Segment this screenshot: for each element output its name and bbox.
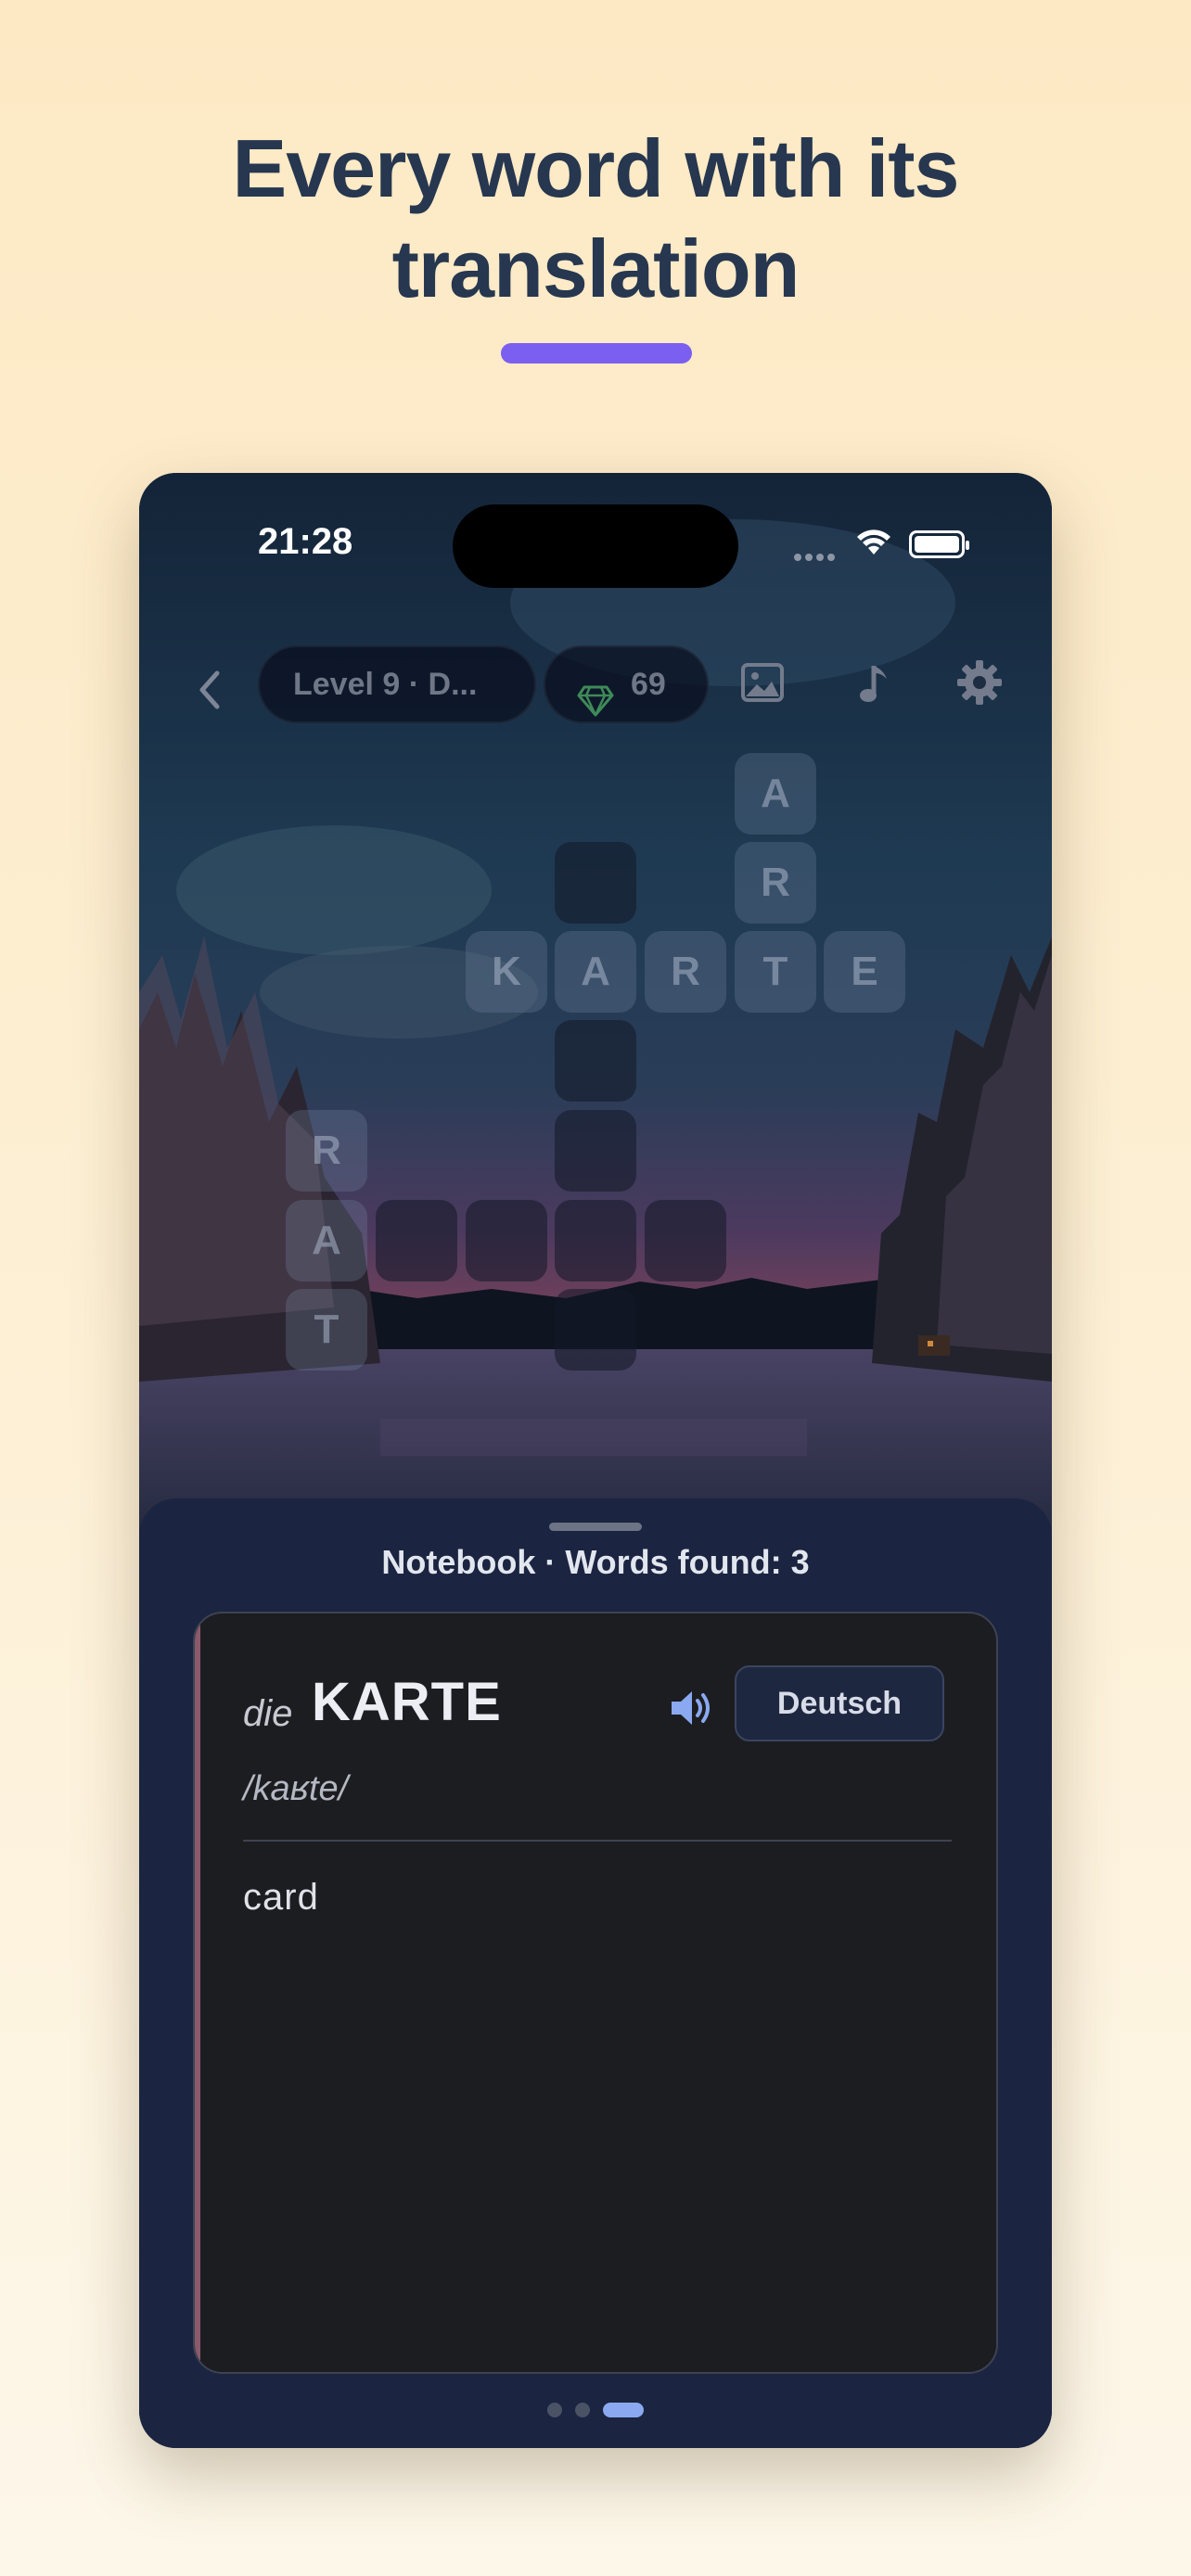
signal-dots-icon: [794, 549, 839, 566]
wifi-icon: [855, 527, 892, 561]
status-time: 21:28: [258, 521, 353, 562]
puzzle-tile[interactable]: A: [286, 1200, 367, 1282]
puzzle-tile[interactable]: R: [735, 842, 816, 924]
word-phonetic: /kaʁte/: [243, 1769, 349, 1808]
gear-icon[interactable]: [955, 658, 1004, 711]
notebook-sheet: Notebook · Words found: 3 die KARTE Deut…: [139, 1498, 1052, 2448]
puzzle-tile-empty[interactable]: [466, 1200, 547, 1282]
puzzle-tile-empty[interactable]: [555, 1200, 636, 1282]
puzzle-tile[interactable]: T: [286, 1289, 367, 1371]
puzzle-tile-empty[interactable]: [555, 842, 636, 924]
music-note-icon[interactable]: [855, 662, 892, 711]
level-label: Level 9 · D...: [293, 667, 478, 702]
puzzle-tile-empty[interactable]: [555, 1289, 636, 1371]
headline: Every word with its translation: [0, 119, 1191, 319]
image-icon[interactable]: [740, 662, 785, 708]
puzzle-tile[interactable]: E: [824, 931, 905, 1013]
puzzle-tile[interactable]: T: [735, 931, 816, 1013]
puzzle-tile-empty[interactable]: [645, 1200, 726, 1282]
headline-line-2: translation: [391, 223, 800, 314]
dynamic-island: [453, 504, 738, 588]
language-button[interactable]: Deutsch: [735, 1665, 944, 1741]
card-divider: [243, 1840, 952, 1842]
gems-count: 69: [631, 667, 666, 702]
phone-screen: 21:28 Level 9 · D... 69 A R K A R T E R …: [139, 473, 1052, 2448]
page-dot[interactable]: [575, 2402, 590, 2417]
page-dot[interactable]: [547, 2402, 562, 2417]
headline-line-1: Every word with its: [232, 122, 960, 214]
speaker-icon[interactable]: [668, 1684, 716, 1732]
page-indicator[interactable]: [139, 2402, 1052, 2418]
gem-icon: [577, 670, 614, 744]
page-dot-active[interactable]: [603, 2402, 644, 2417]
puzzle-tile[interactable]: A: [735, 753, 816, 835]
puzzle-tile[interactable]: A: [555, 931, 636, 1013]
puzzle-tile[interactable]: K: [466, 931, 547, 1013]
word-card[interactable]: die KARTE Deutsch /kaʁte/ card: [193, 1612, 998, 2374]
word-translation: card: [243, 1877, 319, 1918]
puzzle-tile[interactable]: R: [286, 1110, 367, 1192]
chevron-left-icon[interactable]: [186, 658, 230, 721]
sheet-grabber[interactable]: [549, 1523, 642, 1531]
level-pill[interactable]: Level 9 · D...: [258, 645, 536, 723]
puzzle-tile-empty[interactable]: [555, 1020, 636, 1102]
puzzle-tile[interactable]: R: [645, 931, 726, 1013]
word-article: die: [243, 1693, 293, 1734]
puzzle-tile-empty[interactable]: [376, 1200, 457, 1282]
headline-underline: [501, 343, 692, 363]
notebook-title: Notebook · Words found: 3: [381, 1543, 810, 1581]
gems-pill[interactable]: 69: [544, 645, 709, 723]
card-accent: [195, 1613, 200, 2372]
battery-icon: [909, 530, 969, 558]
word-title: KARTE: [312, 1672, 502, 1732]
puzzle-tile-empty[interactable]: [555, 1110, 636, 1192]
